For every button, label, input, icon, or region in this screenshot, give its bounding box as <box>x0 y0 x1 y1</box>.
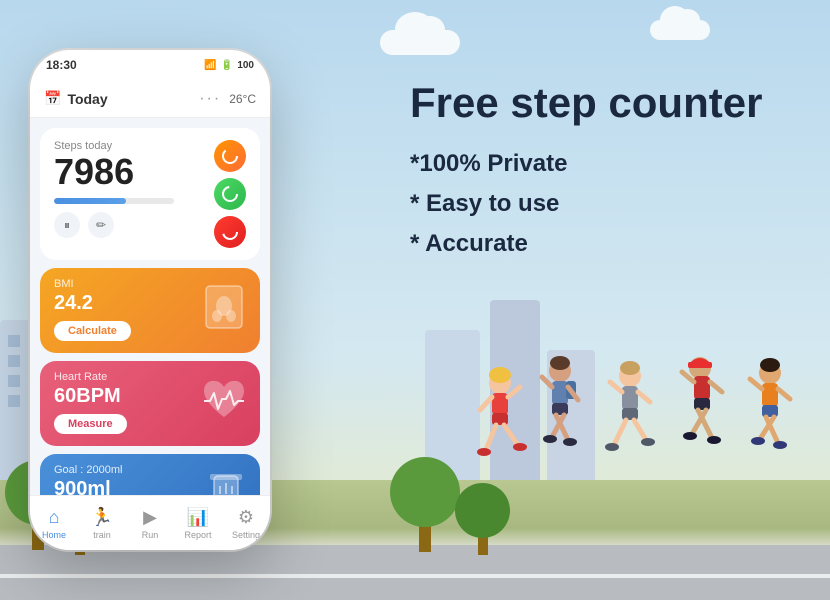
activity-ring-1 <box>214 140 246 172</box>
battery-level: 100 <box>237 60 254 71</box>
activity-ring-3 <box>214 216 246 248</box>
nav-home[interactable]: ⌂ Home <box>30 507 78 540</box>
run-icon: ▶ <box>143 507 157 528</box>
nav-setting-label: Setting <box>232 530 260 540</box>
nav-home-label: Home <box>42 530 66 540</box>
nav-train-label: train <box>93 530 111 540</box>
phone-navbar: 📅 Today ··· 26°C <box>30 80 270 118</box>
home-icon: ⌂ <box>49 507 60 528</box>
runners-illustration <box>450 345 810 545</box>
pause-button[interactable]: ⏸ <box>54 212 80 238</box>
wifi-icon: 📶 <box>204 60 216 71</box>
phone-mockup: 18:30 📶 🔋 100 📅 Today ··· 26°C Steps tod… <box>20 20 280 580</box>
water-icon <box>202 466 250 496</box>
bmi-calculate-button[interactable]: Calculate <box>54 321 131 341</box>
steps-info: Steps today 7986 ⏸ ✏ <box>54 140 206 238</box>
cloud-2 <box>650 20 710 40</box>
setting-icon: ⚙ <box>238 507 254 528</box>
steps-activity-icons <box>214 140 246 248</box>
status-bar: 18:30 📶 🔋 100 <box>30 50 270 80</box>
nav-report-label: Report <box>184 530 211 540</box>
steps-progress-fill <box>54 198 126 204</box>
nav-run[interactable]: ▶ Run <box>126 507 174 540</box>
steps-card: Steps today 7986 ⏸ ✏ <box>40 128 260 260</box>
feature-list: *100% Private * Easy to use * Accurate <box>410 150 790 258</box>
report-icon: 📊 <box>187 507 209 528</box>
activity-ring-2 <box>214 178 246 210</box>
bmi-card: BMI 24.2 Calculate <box>40 268 260 353</box>
heart-icon <box>198 373 250 435</box>
heart-rate-card: Heart Rate 60BPM Measure <box>40 361 260 446</box>
bottom-navigation: ⌂ Home 🏃 train ▶ Run 📊 Report ⚙ Setting <box>30 495 270 550</box>
right-panel: Free step counter *100% Private * Easy t… <box>410 80 790 258</box>
nav-train[interactable]: 🏃 train <box>78 507 126 540</box>
phone-content: Steps today 7986 ⏸ ✏ <box>30 118 270 495</box>
main-title: Free step counter <box>410 80 790 126</box>
bmi-icon <box>198 280 250 342</box>
feature-2: * Easy to use <box>410 190 790 218</box>
phone-screen: 18:30 📶 🔋 100 📅 Today ··· 26°C Steps tod… <box>30 50 270 550</box>
water-card: Goal : 2000ml 900ml Drink water <box>40 454 260 495</box>
status-time: 18:30 <box>46 58 77 72</box>
feature-1: *100% Private <box>410 150 790 178</box>
cloud-1 <box>380 30 460 55</box>
nav-report[interactable]: 📊 Report <box>174 507 222 540</box>
nav-setting[interactable]: ⚙ Setting <box>222 507 270 540</box>
status-icons: 📶 🔋 100 <box>204 60 254 71</box>
battery-icon: 🔋 <box>221 60 233 71</box>
feature-3: * Accurate <box>410 230 790 258</box>
today-label: Today <box>67 91 107 107</box>
nav-run-label: Run <box>142 530 159 540</box>
steps-progress-bar <box>54 198 174 204</box>
steps-controls: ⏸ ✏ <box>54 212 206 238</box>
calendar-icon: 📅 <box>44 90 61 107</box>
heart-measure-button[interactable]: Measure <box>54 414 127 434</box>
more-dots: ··· <box>199 90 221 108</box>
edit-button[interactable]: ✏ <box>88 212 114 238</box>
steps-value: 7986 <box>54 154 206 190</box>
temperature: 26°C <box>229 92 256 106</box>
train-icon: 🏃 <box>91 507 113 528</box>
